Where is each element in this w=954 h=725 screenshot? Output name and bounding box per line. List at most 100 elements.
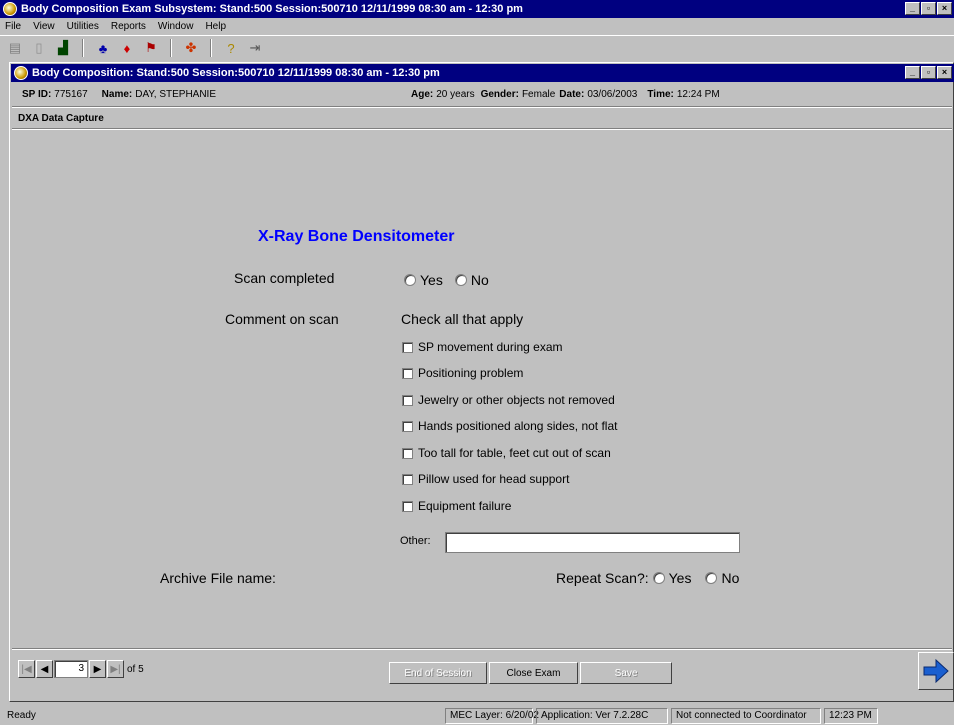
checkbox-row[interactable]: Hands positioned along sides, not flat [402,419,617,433]
stop-icon[interactable]: ♦ [118,40,136,56]
exit-icon[interactable]: ⇥ [246,40,264,56]
open-icon[interactable]: ▯ [30,40,48,56]
time-value: 12:24 PM [676,88,720,100]
scan-completed-no-radio[interactable] [454,274,467,286]
outer-window-title: Body Composition Exam Subsystem: Stand:5… [21,3,523,15]
checkbox-row[interactable]: Positioning problem [402,366,523,380]
inner-window-title: Body Composition: Stand:500 Session:5007… [32,67,440,79]
page-number-field[interactable]: 3 [54,660,88,678]
checkbox[interactable] [402,367,413,379]
scan-completed-yes-radio[interactable] [404,274,416,286]
menu-file[interactable]: File [5,21,21,32]
first-record-button[interactable]: |◀ [18,660,35,678]
scan-completed-label: Scan completed [234,270,335,286]
scan-completed-yes-label[interactable]: Yes [420,272,443,288]
status-mec-layer: MEC Layer: 6/20/02 [445,707,539,724]
other-label: Other: [400,535,431,547]
inner-window [9,62,954,702]
toolbar-separator [82,39,84,57]
checkbox-label[interactable]: Jewelry or other objects not removed [418,393,615,407]
repeat-scan-label: Repeat Scan?: [556,570,649,586]
users-icon[interactable]: ♣ [94,40,112,56]
menu-help[interactable]: Help [205,21,226,32]
end-of-session-button[interactable]: End of Session [389,662,487,684]
repeat-scan-yes-radio[interactable] [652,572,665,584]
age-label: Age: [411,88,434,100]
status-clock-text: 12:23 PM [829,710,872,721]
new-icon[interactable]: ▤ [6,40,24,56]
prev-record-button[interactable]: ◀ [36,660,53,678]
gender-value: Female [521,88,556,100]
checkbox-label[interactable]: Too tall for table, feet cut out of scan [418,446,611,460]
info-divider [12,106,952,108]
last-record-button[interactable]: ▶| [107,660,124,678]
other-input[interactable] [445,532,740,553]
inner-app-icon[interactable] [14,66,28,80]
checkbox[interactable] [402,420,413,432]
participant-info-right: Age: 20 years Gender: Female Date: 03/06… [411,86,720,102]
help-icon[interactable]: ? [222,40,240,56]
next-arrow-button[interactable] [918,652,954,690]
section-title-text: DXA Data Capture [18,112,104,124]
status-ready: Ready [2,708,442,724]
menu-reports[interactable]: Reports [111,21,146,32]
record-navigator: |◀ ◀ 3 ▶ ▶| of 5 [18,660,144,678]
name-value: DAY, STEPHANIE [135,88,217,100]
flag-icon[interactable]: ⚑ [142,40,160,56]
checkbox-label[interactable]: Pillow used for head support [418,472,569,486]
menu-window[interactable]: Window [158,21,194,32]
checkbox[interactable] [402,394,413,406]
outer-minimize-button[interactable]: _ [905,2,920,15]
repeat-scan-group: Repeat Scan?: Yes No [556,570,739,586]
time-label: Time: [647,88,674,100]
checkbox-row[interactable]: SP movement during exam [402,340,563,354]
scan-completed-no-label[interactable]: No [471,272,489,288]
inner-titlebar: Body Composition: Stand:500 Session:5007… [11,64,954,82]
save-icon[interactable]: ▟ [54,40,72,56]
menu-bar: File View Utilities Reports Window Help [0,18,954,35]
footer-divider [12,648,952,650]
menu-view[interactable]: View [33,21,55,32]
status-bar: Ready MEC Layer: 6/20/02 Application: Ve… [0,706,954,725]
inner-minimize-button[interactable]: _ [905,66,920,79]
checkbox-row[interactable]: Pillow used for head support [402,472,569,486]
checkbox[interactable] [402,473,413,485]
sp-id-label: SP ID: [22,88,52,100]
page-number-value: 3 [78,663,84,674]
tools-icon[interactable]: ✤ [182,40,200,56]
app-icon[interactable] [3,2,17,16]
close-exam-button[interactable]: Close Exam [489,662,578,684]
checkbox[interactable] [402,341,413,353]
archive-file-label: Archive File name: [160,570,276,586]
outer-close-button[interactable]: × [937,2,952,15]
inner-maximize-button[interactable]: ▫ [921,66,936,79]
outer-maximize-button[interactable]: ▫ [921,2,936,15]
status-application: Application: Ver 7.2.28C [536,707,668,724]
menu-utilities[interactable]: Utilities [67,21,99,32]
checkbox-row[interactable]: Equipment failure [402,499,511,513]
status-coordinator: Not connected to Coordinator [671,707,821,724]
checkbox-label[interactable]: SP movement during exam [418,340,563,354]
checkbox[interactable] [402,500,413,512]
checkbox-row[interactable]: Jewelry or other objects not removed [402,393,615,407]
save-button[interactable]: Save [580,662,672,684]
section-divider [12,128,952,130]
repeat-scan-no-radio[interactable] [705,572,718,584]
outer-titlebar: Body Composition Exam Subsystem: Stand:5… [0,0,954,18]
checkbox-label[interactable]: Positioning problem [418,366,523,380]
repeat-scan-yes-label[interactable]: Yes [669,570,692,586]
status-clock: 12:23 PM [824,707,878,724]
date-label: Date: [559,88,585,100]
scan-completed-radio-group: Yes No [404,272,489,288]
check-all-label: Check all that apply [401,311,524,327]
inner-close-button[interactable]: × [937,66,952,79]
comment-label: Comment on scan [225,311,339,327]
sp-id-value: 775167 [54,88,88,100]
next-record-button[interactable]: ▶ [89,660,106,678]
section-title: DXA Data Capture [18,110,107,126]
checkbox-label[interactable]: Hands positioned along sides, not flat [418,419,617,433]
checkbox-row[interactable]: Too tall for table, feet cut out of scan [402,446,611,460]
checkbox[interactable] [402,447,413,459]
checkbox-label[interactable]: Equipment failure [418,499,511,513]
repeat-scan-no-label[interactable]: No [721,570,739,586]
